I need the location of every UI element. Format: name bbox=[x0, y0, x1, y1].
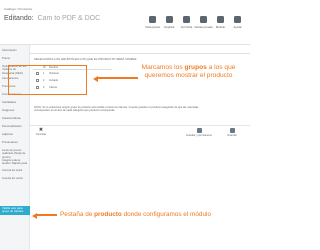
save-label: Guardar bbox=[227, 134, 237, 137]
groups-highlight-box bbox=[8, 65, 87, 95]
tab-price[interactable]: Precio bbox=[0, 56, 30, 60]
annotation-arrow-line bbox=[98, 77, 138, 79]
annotation-emphasis: producto bbox=[94, 211, 122, 218]
tool-label: Vista previa bbox=[145, 25, 160, 29]
panel-footer: ✖ Cancelar Guardar y permanecer Guardar bbox=[30, 125, 250, 137]
copy-icon bbox=[166, 16, 173, 23]
page-header: Catálogo / Productos Editando: Cam to PD… bbox=[0, 0, 250, 45]
annotation-text: Marcamos los bbox=[141, 64, 185, 71]
tab-images[interactable]: Imágenes bbox=[0, 108, 30, 112]
stats-icon bbox=[183, 16, 190, 23]
save-icon bbox=[229, 128, 235, 133]
annotation-product-tab: Pestaña de producto donde configuramos e… bbox=[60, 211, 250, 218]
annotation-arrow-head bbox=[93, 75, 98, 82]
breadcrumb[interactable]: Catálogo / Productos bbox=[4, 7, 32, 11]
tab-attachments[interactable]: Adjuntos bbox=[0, 132, 30, 136]
annotation-text: donde configuramos el módulo bbox=[121, 211, 211, 218]
title-prefix: Editando: bbox=[4, 15, 34, 22]
tab-suppliers[interactable]: Proveedores bbox=[0, 140, 30, 144]
tab-information[interactable]: Información bbox=[0, 48, 30, 52]
tool-label: Ver/ ficha bbox=[180, 25, 193, 29]
tab-features[interactable]: Características bbox=[0, 116, 30, 120]
tab-whole-shop[interactable]: Integra toda la tienda / Rápido para bbox=[0, 158, 30, 166]
panel-title: SELECCIONA LOS GRUPOS EN LOS QUE EL PROD… bbox=[34, 57, 137, 61]
cancel-label: Cancelar bbox=[35, 133, 47, 136]
cart-icon bbox=[200, 16, 207, 23]
preview-button[interactable]: Vista previa bbox=[145, 16, 160, 29]
tool-label: Ayuda bbox=[233, 25, 242, 29]
module-button[interactable]: Módulo bbox=[214, 16, 227, 29]
tool-label: Módulo bbox=[215, 25, 226, 29]
tab-customization[interactable]: Personalización bbox=[0, 124, 30, 128]
save-and-stay-button[interactable]: Guardar y permanecer bbox=[184, 128, 214, 137]
tool-label: Ventas previas bbox=[194, 25, 213, 29]
panel-note: NOTA: Si no selecciona ningún grupo el p… bbox=[34, 106, 199, 113]
save-stay-label: Guardar y permanecer bbox=[185, 134, 213, 137]
annotation-arrow-head bbox=[32, 212, 37, 219]
tab-customer-groups[interactable]: Visible solo para grupo de clientes bbox=[0, 206, 30, 215]
annotation-arrow-line bbox=[37, 214, 57, 216]
header-toolbar: Vista previa Duplicar Ver/ ficha Ventas … bbox=[145, 16, 244, 29]
help-button[interactable]: Ayuda bbox=[231, 16, 244, 29]
tool-label: Duplicar bbox=[164, 25, 175, 29]
puzzle-icon bbox=[217, 16, 224, 23]
stats-button[interactable]: Ver/ ficha bbox=[180, 16, 193, 29]
annotation-text: Pestaña de bbox=[60, 211, 95, 218]
previous-sales-button[interactable]: Ventas previas bbox=[194, 16, 213, 29]
admin-screen: Catálogo / Productos Editando: Cam to PD… bbox=[0, 0, 250, 250]
eye-icon bbox=[149, 16, 156, 23]
cancel-button[interactable]: ✖ Cancelar bbox=[34, 128, 48, 137]
tab-sales-account[interactable]: Cuenta de venta bbox=[0, 176, 30, 180]
tab-quantities[interactable]: Cantidades bbox=[0, 100, 30, 104]
product-name: Cam to PDF & DOC bbox=[37, 15, 101, 22]
duplicate-button[interactable]: Duplicar bbox=[163, 16, 176, 29]
help-icon bbox=[234, 16, 241, 23]
page-title: Editando: Cam to PDF & DOC bbox=[4, 15, 100, 22]
tab-stock-control[interactable]: Control de stock bbox=[0, 168, 30, 172]
annotation-groups: Marcamos los grupos a los que queremos m… bbox=[141, 64, 236, 79]
annotation-emphasis: grupos bbox=[184, 64, 207, 71]
save-button[interactable]: Guardar bbox=[220, 128, 244, 137]
save-icon bbox=[196, 128, 202, 133]
